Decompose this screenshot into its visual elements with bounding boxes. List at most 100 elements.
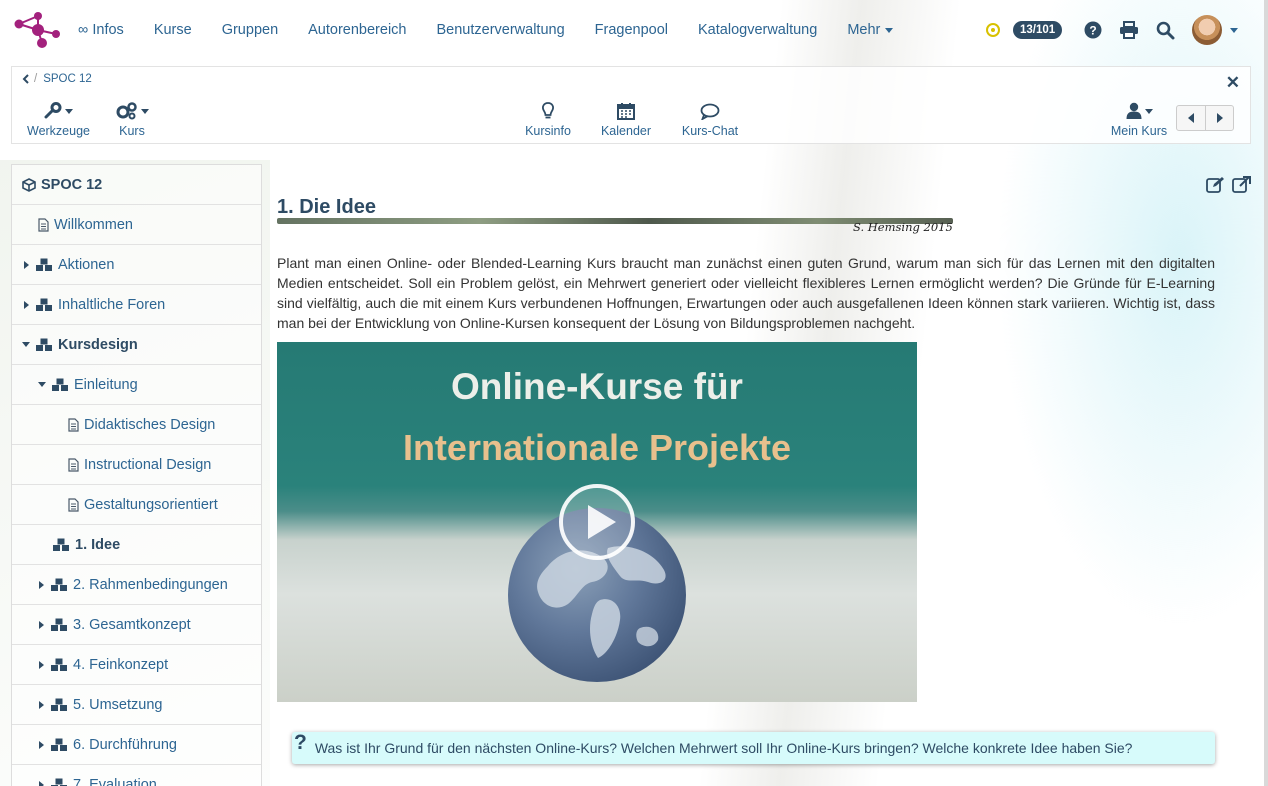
sidebar-item-kursdesign[interactable]: Kursdesign	[12, 325, 261, 365]
mein-kurs-label: Mein Kurs	[1110, 124, 1168, 138]
expand-icon[interactable]	[36, 620, 46, 629]
mein-kurs-button[interactable]: Mein Kurs	[1110, 101, 1168, 138]
title-divider	[277, 218, 953, 224]
sidebar-item-willkommen[interactable]: Willkommen	[12, 205, 261, 245]
sidebar-item-7-evaluation[interactable]: 7. Evaluation	[12, 765, 261, 786]
sidebar-item-spoc-12[interactable]: SPOC 12	[12, 165, 261, 205]
page-navigation	[1176, 105, 1234, 131]
chevron-down-icon	[140, 108, 149, 114]
sidebar-item-aktionen[interactable]: Aktionen	[12, 245, 261, 285]
chevron-down-icon	[885, 27, 894, 33]
counter-badge[interactable]: 13/101	[1013, 21, 1063, 39]
sidebar-item-einleitung[interactable]: Einleitung	[12, 365, 261, 405]
breadcrumb-current[interactable]: SPOC 12	[43, 73, 92, 85]
question-box: ? Was ist Ihr Grund für den nächsten Onl…	[292, 731, 1215, 764]
nav-katalogverwaltung[interactable]: Katalogverwaltung	[698, 22, 817, 38]
sidebar-item-gestaltungsorientiert[interactable]: Gestaltungsorientiert	[12, 485, 261, 525]
cubes-icon	[50, 658, 68, 672]
cubes-icon	[50, 778, 68, 786]
nav-mehr[interactable]: Mehr	[847, 22, 894, 38]
window-scrollbar[interactable]	[1264, 0, 1268, 786]
nav-mehr-label: Mehr	[847, 22, 881, 38]
chevron-down-icon[interactable]	[1230, 27, 1239, 33]
cubes-icon	[51, 378, 69, 392]
chevron-down-icon	[64, 108, 73, 114]
expand-icon[interactable]	[36, 740, 46, 749]
sidebar-item-instructional-design[interactable]: Instructional Design	[12, 445, 261, 485]
nav-infos[interactable]: ∞ Infos	[78, 22, 124, 38]
sidebar-item-3-gesamtkonzept[interactable]: 3. Gesamtkonzept	[12, 605, 261, 645]
sidebar-item-label: Einleitung	[74, 376, 138, 393]
document-icon	[68, 457, 79, 472]
cubes-icon	[52, 538, 70, 552]
next-page-icon[interactable]	[1205, 106, 1233, 130]
cubes-icon	[50, 698, 68, 712]
sidebar-item-4-feinkonzept[interactable]: 4. Feinkonzept	[12, 645, 261, 685]
question-text: Was ist Ihr Grund für den nächsten Onlin…	[314, 740, 1133, 756]
sidebar-item-label: Aktionen	[58, 256, 115, 273]
search-icon[interactable]	[1154, 19, 1176, 41]
video-player[interactable]: Online-Kurse für Internationale Projekte	[277, 342, 917, 702]
online-status-icon[interactable]	[986, 23, 1000, 37]
collapse-icon[interactable]	[37, 382, 47, 387]
chevron-down-icon	[1144, 108, 1153, 114]
video-title-line-2: Internationale Projekte	[402, 427, 792, 468]
kurs-chat-button[interactable]: Kurs-Chat	[680, 101, 740, 138]
calendar-icon	[617, 103, 635, 120]
gears-icon	[116, 102, 137, 120]
previous-page-icon[interactable]	[1177, 106, 1205, 130]
help-icon[interactable]: ?	[1082, 19, 1104, 41]
nav-benutzerverwaltung[interactable]: Benutzerverwaltung	[436, 22, 564, 38]
expand-icon[interactable]	[36, 580, 46, 589]
cubes-icon	[50, 578, 68, 592]
sidebar-item-label: 6. Durchführung	[73, 736, 177, 753]
nav-gruppen[interactable]: Gruppen	[222, 22, 278, 38]
sidebar-item-label: Kursdesign	[58, 336, 138, 353]
close-icon[interactable]: ✕	[1226, 73, 1240, 93]
nav-fragenpool[interactable]: Fragenpool	[595, 22, 668, 38]
sidebar-item-2-rahmenbedingungen[interactable]: 2. Rahmenbedingungen	[12, 565, 261, 605]
kursinfo-button[interactable]: Kursinfo	[523, 101, 573, 138]
cubes-icon	[50, 618, 68, 632]
main-nav: ∞ Infos Kurse Gruppen Autorenbereich Ben…	[78, 0, 923, 60]
sidebar-item-label: 4. Feinkonzept	[73, 656, 169, 673]
expand-icon[interactable]	[36, 780, 46, 786]
nav-kurse[interactable]: Kurse	[154, 22, 192, 38]
kursinfo-label: Kursinfo	[525, 124, 571, 138]
sidebar-item-label: 7. Evaluation	[73, 776, 157, 786]
top-navbar: ∞ Infos Kurse Gruppen Autorenbereich Ben…	[0, 0, 1268, 56]
external-link-icon[interactable]	[1232, 176, 1252, 194]
kurs-button[interactable]: Kurs	[110, 101, 154, 138]
cube-icon	[22, 177, 36, 192]
edit-icon[interactable]	[1206, 176, 1226, 194]
werkzeuge-button[interactable]: Werkzeuge	[27, 101, 90, 138]
expand-icon[interactable]	[21, 260, 31, 269]
print-icon[interactable]	[1118, 19, 1140, 41]
avatar[interactable]	[1192, 15, 1223, 45]
werkzeuge-label: Werkzeuge	[27, 124, 90, 138]
play-icon[interactable]	[558, 483, 636, 561]
nav-autorenbereich[interactable]: Autorenbereich	[308, 22, 406, 38]
document-icon	[38, 217, 49, 232]
sidebar-item-label: 3. Gesamtkonzept	[73, 616, 191, 633]
logo-icon[interactable]	[12, 10, 64, 50]
cubes-icon	[35, 258, 53, 272]
kalender-button[interactable]: Kalender	[599, 101, 653, 138]
document-icon	[68, 497, 79, 512]
expand-icon[interactable]	[36, 700, 46, 709]
expand-icon[interactable]	[21, 300, 31, 309]
back-chevron-icon[interactable]	[22, 74, 30, 84]
cubes-icon	[35, 298, 53, 312]
sidebar-item-1-idee[interactable]: 1. Idee	[12, 525, 261, 565]
sidebar-item-inhaltliche-foren[interactable]: Inhaltliche Foren	[12, 285, 261, 325]
top-right-tools: 13/101 ?	[986, 14, 1239, 46]
sidebar-item-label: Gestaltungsorientiert	[84, 496, 218, 513]
cubes-icon	[35, 338, 53, 352]
expand-icon[interactable]	[36, 660, 46, 669]
sidebar-item-didaktisches-design[interactable]: Didaktisches Design	[12, 405, 261, 445]
sidebar-item-5-umsetzung[interactable]: 5. Umsetzung	[12, 685, 261, 725]
svg-text:?: ?	[1090, 24, 1097, 38]
sidebar-item-6-durchfuehrung[interactable]: 6. Durchführung	[12, 725, 261, 765]
sidebar-item-label: Instructional Design	[84, 456, 212, 473]
collapse-icon[interactable]	[21, 342, 31, 347]
